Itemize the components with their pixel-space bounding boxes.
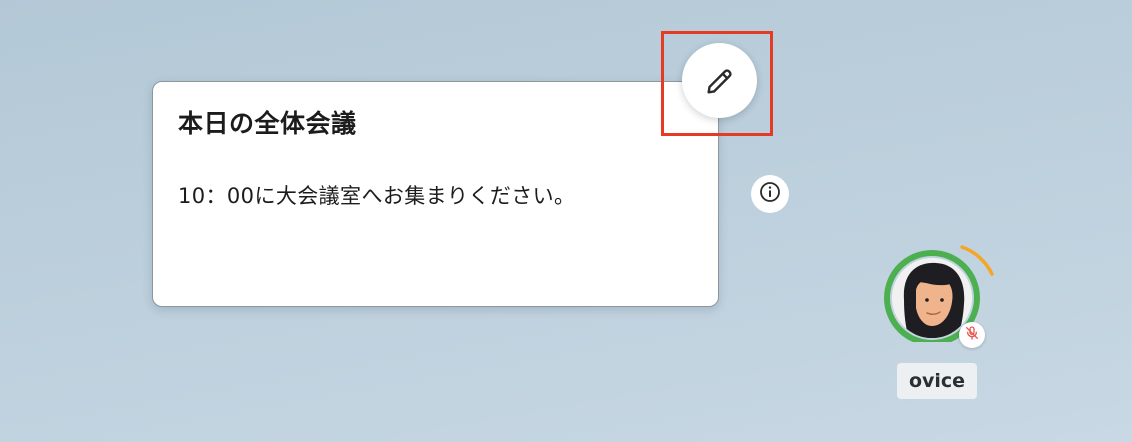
mic-off-icon	[964, 325, 980, 345]
pencil-icon	[703, 64, 737, 98]
mic-status-badge	[959, 322, 985, 348]
info-icon	[758, 180, 782, 208]
note-body: 10：00に大会議室へお集まりください。	[178, 184, 576, 208]
info-button[interactable]	[751, 175, 789, 213]
note-card[interactable]: 本日の全体会議 10：00に大会議室へお集まりください。	[152, 81, 719, 307]
user-name-label: ovice	[897, 363, 977, 399]
note-title: 本日の全体会議	[178, 109, 357, 138]
edit-button[interactable]	[682, 43, 757, 118]
